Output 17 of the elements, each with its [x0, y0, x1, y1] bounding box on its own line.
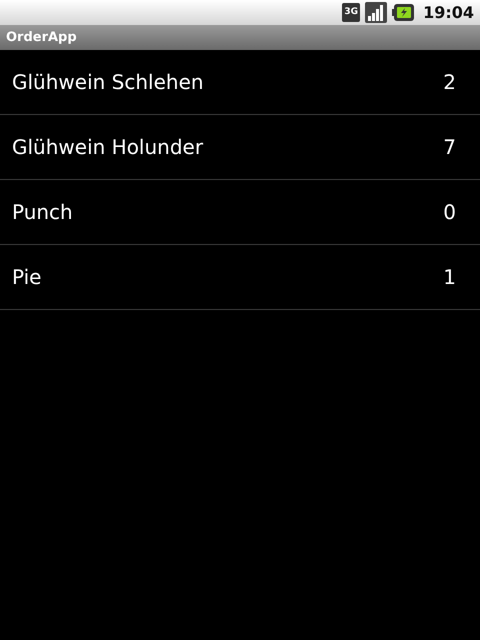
battery-icon [392, 4, 414, 21]
item-count: 1 [443, 264, 457, 291]
signal-icon [365, 2, 388, 23]
list-item[interactable]: Pie 1 [0, 245, 480, 310]
list-item[interactable]: Glühwein Schlehen 2 [0, 50, 480, 115]
item-count: 7 [443, 134, 457, 161]
network-icon: 3G [342, 3, 360, 22]
item-count: 2 [443, 69, 457, 96]
list-item[interactable]: Punch 0 [0, 180, 480, 245]
item-name: Glühwein Holunder [12, 134, 204, 161]
clock: 19:04 [423, 2, 474, 24]
window-title: OrderApp [6, 28, 77, 47]
item-count: 0 [443, 199, 457, 226]
item-name: Pie [12, 264, 42, 291]
item-name: Glühwein Schlehen [12, 69, 204, 96]
list-item[interactable]: Glühwein Holunder 7 [0, 115, 480, 180]
item-name: Punch [12, 199, 73, 226]
